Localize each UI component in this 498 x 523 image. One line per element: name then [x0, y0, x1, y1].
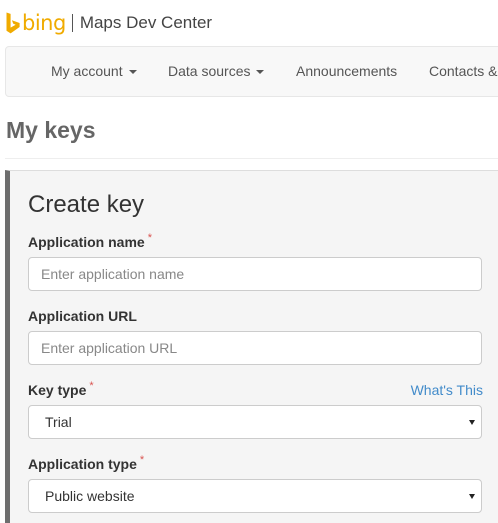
key-type-label: Key type * — [28, 380, 94, 398]
app-type-value: Public website — [45, 488, 135, 504]
app-url-label: Application URL — [28, 308, 137, 324]
bing-wordmark: bing — [22, 11, 66, 35]
nav-contacts-label: Contacts & — [429, 63, 498, 79]
select-arrow-icon — [469, 420, 475, 425]
app-type-label-text: Application type — [28, 456, 137, 472]
app-url-input[interactable]: Enter application URL — [28, 331, 482, 365]
bing-logo-icon — [6, 12, 20, 34]
nav-my-account-label: My account — [51, 63, 123, 79]
site-title: Maps Dev Center — [79, 13, 213, 32]
app-name-placeholder: Enter application name — [41, 266, 185, 282]
key-type-value: Trial — [45, 414, 72, 430]
heading-divider — [5, 158, 498, 159]
nav-announcements[interactable]: Announcements — [296, 47, 397, 96]
whats-this-link[interactable]: What's This — [411, 382, 483, 398]
caret-down-icon — [256, 70, 265, 75]
select-arrow-icon — [469, 494, 475, 499]
required-marker: * — [147, 232, 152, 244]
create-key-panel: Create key Application name * Enter appli… — [5, 170, 498, 523]
title-divider — [71, 14, 73, 32]
nav-contacts[interactable]: Contacts & — [429, 47, 497, 96]
nav-my-account[interactable]: My account — [51, 47, 137, 96]
page-title: My keys — [6, 117, 96, 143]
nav-announcements-label: Announcements — [296, 63, 398, 79]
app-url-placeholder: Enter application URL — [41, 340, 178, 356]
required-marker: * — [139, 454, 145, 466]
app-name-label: Application name * — [28, 232, 152, 250]
app-type-select[interactable]: Public website — [28, 479, 482, 513]
main-navbar: My account Data sources Announcements Co… — [5, 46, 498, 97]
app-name-label-text: Application name — [28, 234, 145, 250]
caret-down-icon — [128, 70, 137, 75]
app-type-label: Application type * — [28, 454, 145, 472]
app-name-input[interactable]: Enter application name — [28, 257, 482, 291]
app-url-label-text: Application URL — [28, 308, 137, 324]
nav-data-sources-label: Data sources — [168, 63, 251, 79]
nav-data-sources[interactable]: Data sources — [168, 47, 265, 96]
key-type-select[interactable]: Trial — [28, 405, 482, 439]
top-header: bing Maps Dev Center — [0, 0, 498, 46]
bing-logo[interactable]: bing Maps Dev Center — [6, 11, 212, 35]
key-type-label-text: Key type — [28, 382, 87, 398]
required-marker: * — [89, 380, 94, 392]
create-key-title: Create key — [28, 191, 145, 218]
